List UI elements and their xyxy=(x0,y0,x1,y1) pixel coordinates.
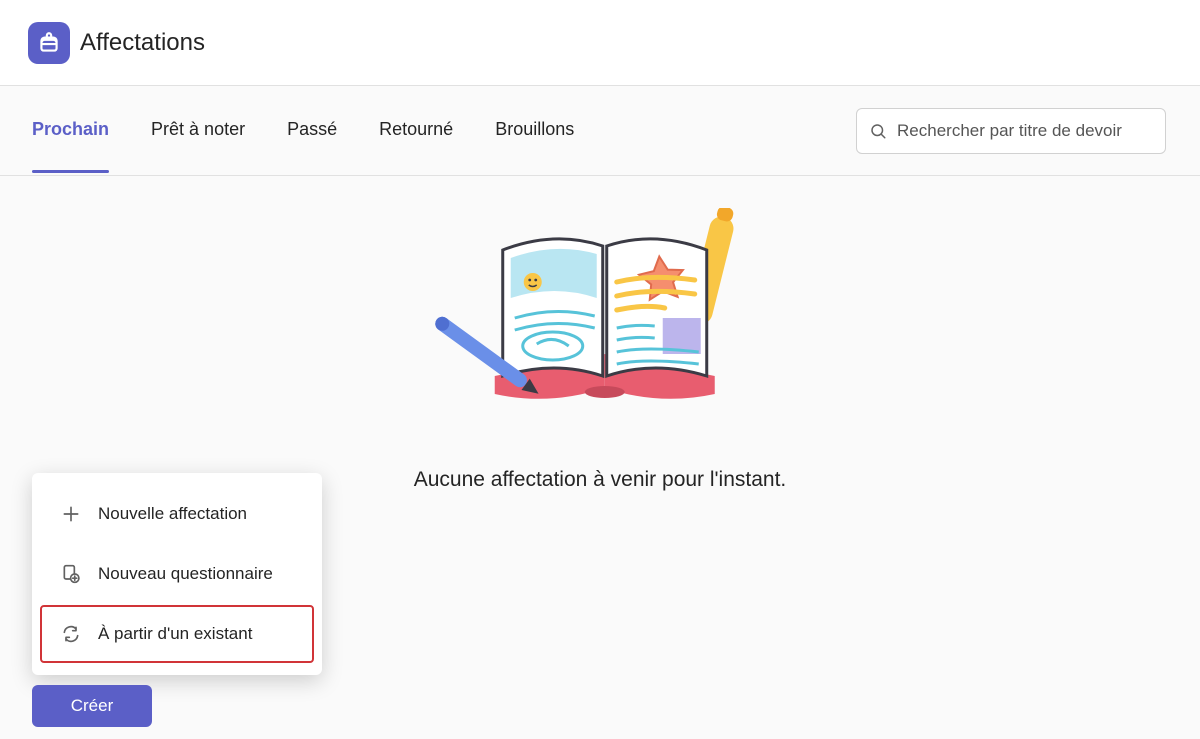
tabs: Prochain Prêt à noter Passé Retourné Bro… xyxy=(32,113,574,148)
app-header: Affectations xyxy=(0,0,1200,86)
tab-prochain[interactable]: Prochain xyxy=(32,113,109,148)
tab-bar: Prochain Prêt à noter Passé Retourné Bro… xyxy=(0,86,1200,176)
menu-item-label: À partir d'un existant xyxy=(98,624,252,644)
create-button[interactable]: Créer xyxy=(32,685,152,727)
app-title: Affectations xyxy=(80,29,205,57)
menu-item-nouvelle-affectation[interactable]: Nouvelle affectation xyxy=(40,485,314,543)
sync-icon xyxy=(60,623,82,645)
search-input[interactable] xyxy=(897,121,1153,141)
tab-passe[interactable]: Passé xyxy=(287,113,337,148)
tab-retourne[interactable]: Retourné xyxy=(379,113,453,148)
empty-state-illustration xyxy=(435,208,765,438)
menu-item-label: Nouveau questionnaire xyxy=(98,564,273,584)
tab-pret-a-noter[interactable]: Prêt à noter xyxy=(151,113,245,148)
empty-state: Aucune affectation à venir pour l'instan… xyxy=(414,208,787,492)
main-content: Aucune affectation à venir pour l'instan… xyxy=(0,176,1200,739)
plus-icon xyxy=(60,503,82,525)
create-menu: Nouvelle affectation Nouveau questionnai… xyxy=(32,473,322,675)
search-icon xyxy=(869,121,887,141)
menu-item-a-partir-dun-existant[interactable]: À partir d'un existant xyxy=(40,605,314,663)
empty-state-message: Aucune affectation à venir pour l'instan… xyxy=(414,468,787,492)
search-box[interactable] xyxy=(856,108,1166,154)
tab-brouillons[interactable]: Brouillons xyxy=(495,113,574,148)
app-icon xyxy=(28,22,70,64)
menu-item-label: Nouvelle affectation xyxy=(98,504,247,524)
backpack-icon xyxy=(36,30,62,56)
menu-item-nouveau-questionnaire[interactable]: Nouveau questionnaire xyxy=(40,545,314,603)
quiz-icon xyxy=(60,563,82,585)
